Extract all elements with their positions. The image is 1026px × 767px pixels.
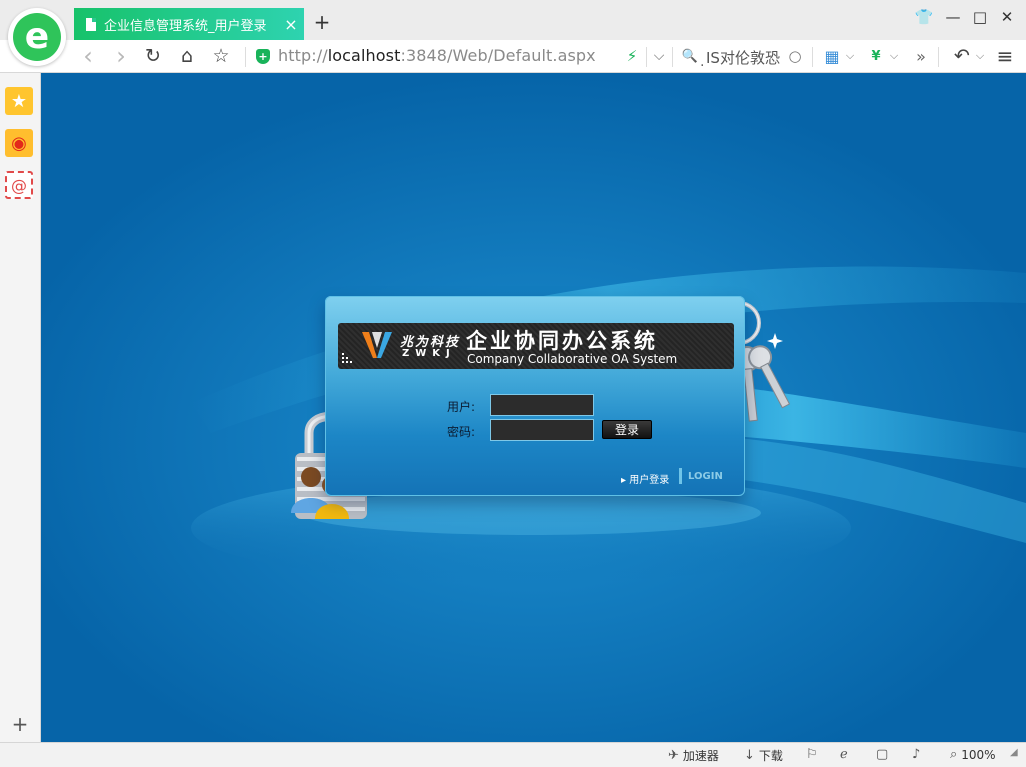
browser-logo-icon: e: [13, 13, 61, 61]
system-banner: 兆为科技 ZWKJ 企业协同办公系统 Company Collaborative…: [338, 323, 734, 369]
active-tab[interactable]: 企业信息管理系统_用户登录 ×: [74, 8, 304, 40]
page-content: 兆为科技 ZWKJ 企业协同办公系统 Company Collaborative…: [41, 73, 1026, 742]
resize-grip-icon[interactable]: ◢: [1010, 747, 1018, 758]
divider: [245, 47, 246, 67]
ie-mode-icon[interactable]: ℯ: [840, 747, 852, 762]
login-button[interactable]: 登录: [602, 420, 652, 439]
download-icon: ↓: [744, 748, 755, 763]
address-toolbar: ‹ › ↻ ⌂ ☆ + http://localhost:3848/Web/De…: [0, 40, 1026, 73]
title-bar: e 企业信息管理系统_用户登录 × + 👕 — □ ✕: [0, 0, 1026, 66]
url-host: localhost: [327, 46, 401, 65]
maximize-button[interactable]: □: [970, 8, 990, 26]
divider: [812, 47, 813, 67]
company-v-logo-icon: [362, 332, 392, 358]
flag-icon[interactable]: ⚐: [806, 747, 822, 762]
divider: [938, 47, 939, 67]
divider: [672, 47, 673, 67]
favorites-star-icon[interactable]: ★: [5, 87, 33, 115]
undo-dropdown-icon[interactable]: ⌵: [974, 45, 986, 67]
browser-logo[interactable]: e: [8, 8, 66, 66]
status-bar: ✈ 加速器 ↓ 下载 ⚐ ℯ ▢ ♪ ⌕ 100% ◢: [0, 742, 1026, 767]
search-engine-icon[interactable]: 🔍: [680, 45, 700, 67]
download-label: 下载: [758, 749, 783, 763]
sidebar: ★ ◉ @ +: [0, 73, 41, 742]
reload-icon[interactable]: ↻: [142, 45, 164, 67]
document-icon: [86, 17, 96, 31]
close-window-button[interactable]: ✕: [997, 8, 1017, 26]
minimize-button[interactable]: —: [943, 8, 963, 26]
weibo-icon[interactable]: ◉: [5, 129, 33, 157]
search-box[interactable]: ̣IS对伦敦恐: [706, 47, 780, 68]
accelerator-icon: ✈: [668, 748, 679, 763]
divider: [646, 47, 647, 67]
forward-icon[interactable]: ›: [111, 42, 131, 70]
decorative-dots-icon: [342, 353, 352, 363]
payment-dropdown-icon[interactable]: ⌵: [888, 45, 900, 67]
home-icon[interactable]: ⌂: [176, 45, 198, 67]
accelerator-button[interactable]: ✈ 加速器: [668, 747, 719, 764]
new-tab-button[interactable]: +: [312, 12, 332, 32]
download-button[interactable]: ↓ 下载: [744, 747, 783, 764]
payment-shield-icon[interactable]: ¥: [866, 45, 886, 67]
address-bar[interactable]: http://localhost:3848/Web/Default.aspx: [278, 46, 596, 65]
user-login-link[interactable]: ▸ 用户登录: [621, 471, 669, 486]
zoom-icon: ⌕: [950, 747, 958, 762]
system-title-cn: 企业协同办公系统: [466, 329, 658, 353]
login-caption: LOGIN: [688, 471, 723, 482]
apps-dropdown-icon[interactable]: ⌵: [844, 45, 856, 67]
system-title-en: Company Collaborative OA System: [467, 352, 678, 366]
zoom-level: 100%: [961, 747, 996, 762]
username-label: 用户:: [447, 400, 476, 414]
address-dropdown-icon[interactable]: ⌵: [650, 45, 668, 67]
menu-icon[interactable]: ≡: [995, 44, 1015, 68]
back-icon[interactable]: ‹: [78, 42, 98, 70]
password-label: 密码:: [447, 425, 476, 439]
star-icon[interactable]: ☆: [210, 45, 232, 67]
security-shield-icon: +: [256, 49, 270, 64]
username-input[interactable]: [490, 394, 594, 416]
sidebar-add-button[interactable]: +: [9, 712, 31, 736]
accelerator-label: 加速器: [682, 749, 719, 763]
url-scheme: http://: [278, 46, 328, 65]
search-icon[interactable]: ○: [786, 45, 804, 67]
undo-icon[interactable]: ↶: [952, 45, 972, 67]
more-icon[interactable]: »: [912, 45, 930, 67]
tab-title: 企业信息管理系统_用户登录: [104, 18, 267, 34]
window-mode-icon[interactable]: ▢: [876, 747, 892, 762]
brand-name-en: ZWKJ: [402, 348, 456, 359]
bolt-icon[interactable]: ⚡: [624, 45, 640, 67]
footer-divider: [679, 468, 682, 484]
apps-icon[interactable]: ▦: [822, 45, 842, 67]
password-input[interactable]: [490, 419, 594, 441]
login-panel: 兆为科技 ZWKJ 企业协同办公系统 Company Collaborative…: [325, 296, 745, 496]
tab-close-icon[interactable]: ×: [278, 15, 304, 34]
url-path: :3848/Web/Default.aspx: [400, 46, 596, 65]
skin-icon[interactable]: 👕: [914, 8, 934, 26]
mail-icon[interactable]: @: [5, 171, 33, 199]
sound-icon[interactable]: ♪: [912, 747, 924, 762]
zoom-control[interactable]: ⌕ 100%: [950, 747, 996, 762]
